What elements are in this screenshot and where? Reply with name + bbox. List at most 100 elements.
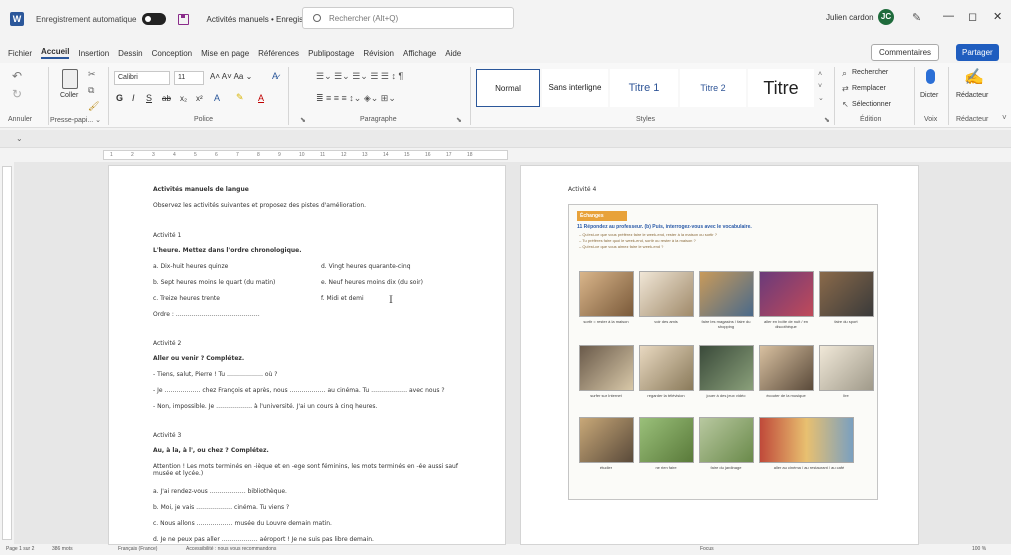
photo-video-games — [699, 345, 754, 391]
status-words[interactable]: 386 mots — [52, 546, 73, 552]
cut-icon[interactable]: ✂ — [88, 69, 96, 80]
text-effects-icon[interactable]: A — [214, 93, 220, 103]
photo-caption: faire du sport — [834, 319, 858, 324]
save-icon[interactable] — [177, 13, 189, 25]
editor-icon[interactable]: ✍ — [964, 67, 984, 87]
microphone-icon[interactable] — [926, 69, 935, 84]
page-1[interactable]: Activités manuels de langue Observez les… — [108, 165, 506, 545]
user-name[interactable]: Julien cardon — [826, 13, 874, 22]
styles-dialog-icon[interactable]: ⬊ — [824, 116, 830, 124]
italic-icon[interactable]: I — [132, 93, 135, 103]
photo-internet — [579, 345, 634, 391]
align-icons[interactable]: ≣ ≡ ≡ ≡ ↕⌄ ◈⌄ ⊞⌄ — [316, 93, 396, 104]
paragraph-dialog-icon[interactable]: ⬊ — [456, 116, 462, 124]
strikethrough-icon[interactable]: ab — [162, 94, 171, 103]
quick-access-row: ⌄ — [0, 130, 1011, 148]
textbook-subline: – Qu'est-ce que vous préférez faire le w… — [579, 232, 717, 237]
activity-1-item: b. Sept heures moins le quart (du matin) — [153, 279, 276, 286]
find-label[interactable]: Rechercher — [852, 69, 888, 76]
editor-label[interactable]: Rédacteur — [956, 92, 988, 99]
vertical-ruler[interactable] — [2, 166, 12, 540]
menu-accueil[interactable]: Accueil — [41, 47, 70, 59]
subscript-icon[interactable]: x₂ — [180, 94, 187, 103]
ruler-mark: 4 — [173, 152, 176, 158]
font-size-select[interactable]: 11 — [174, 71, 204, 85]
style-no-spacing[interactable]: Sans interligne — [542, 69, 608, 107]
autosave-toggle[interactable] — [141, 13, 166, 25]
menu-affichage[interactable]: Affichage — [403, 49, 436, 58]
underline-icon[interactable]: S — [146, 93, 152, 103]
copy-icon[interactable]: ⧉ — [88, 85, 94, 96]
ruler-mark: 18 — [467, 152, 473, 158]
style-heading-1[interactable]: Titre 1 — [610, 69, 678, 107]
superscript-icon[interactable]: x² — [196, 94, 203, 103]
group-label-editing: Édition — [860, 116, 882, 123]
ruler-mark: 12 — [341, 152, 347, 158]
redo-icon[interactable]: ↻ — [12, 87, 22, 101]
bullets-icon[interactable]: ☰⌄ ☰⌄ ☰⌄ ☰ ☰ ↕ ¶ — [316, 71, 403, 82]
styles-scroll-icon[interactable]: ˄ ˅ ⌄ — [818, 69, 824, 105]
activity-1-item: e. Neuf heures moins dix (du soir) — [321, 279, 423, 286]
avatar[interactable]: JC — [878, 9, 894, 25]
photo-caption: étudier — [599, 465, 613, 470]
menu-revision[interactable]: Révision — [363, 49, 394, 58]
status-zoom[interactable]: 100 % — [972, 546, 986, 552]
collapse-ribbon-icon[interactable]: ˅ — [1002, 113, 1007, 122]
horizontal-ruler[interactable]: 1 2 3 4 5 6 7 8 9 10 11 12 13 14 15 16 1… — [103, 150, 508, 160]
menu-mise-en-page[interactable]: Mise en page — [201, 49, 249, 58]
select-icon[interactable]: ↖ — [842, 100, 849, 109]
font-color-icon[interactable]: A — [258, 93, 264, 103]
menu-references[interactable]: Références — [258, 49, 299, 58]
menu-aide[interactable]: Aide — [445, 49, 461, 58]
highlight-icon[interactable]: ✎ — [236, 92, 244, 103]
font-dialog-icon[interactable]: ⬊ — [300, 116, 306, 124]
menu-insertion[interactable]: Insertion — [78, 49, 109, 58]
dictate-label[interactable]: Dicter — [920, 92, 938, 99]
bold-icon[interactable]: G — [116, 93, 123, 103]
paste-label[interactable]: Coller — [60, 92, 78, 99]
status-page[interactable]: Page 1 sur 2 — [6, 546, 34, 552]
style-title[interactable]: Titre — [748, 69, 814, 107]
quick-access-dropdown-icon[interactable]: ⌄ — [16, 134, 23, 143]
status-focus[interactable]: Focus — [700, 546, 714, 552]
font-name-select[interactable]: Calibri — [114, 71, 170, 85]
photo-caption: aller au cinéma / au restaurant / au caf… — [773, 465, 845, 470]
ruler-mark: 9 — [278, 152, 281, 158]
pen-icon[interactable]: ✎ — [912, 11, 921, 24]
replace-icon[interactable]: ⇄ — [842, 84, 849, 93]
group-label-paragraph: Paragraphe — [360, 116, 397, 123]
restore-button[interactable]: ◻ — [968, 10, 977, 23]
undo-icon[interactable]: ↶ — [12, 69, 22, 83]
share-button[interactable]: Partager — [956, 44, 999, 61]
page-2[interactable]: Activité 4 Échanges 11 Répondez au profe… — [520, 165, 919, 545]
menu-dessin[interactable]: Dessin — [118, 49, 142, 58]
search-box[interactable]: Rechercher (Alt+Q) — [302, 7, 514, 29]
find-icon[interactable]: ⌕ — [842, 68, 847, 79]
status-language[interactable]: Français (France) — [118, 546, 157, 552]
menu-conception[interactable]: Conception — [152, 49, 192, 58]
format-painter-icon[interactable]: 🖌 — [88, 101, 99, 112]
ruler-mark: 6 — [215, 152, 218, 158]
replace-label[interactable]: Remplacer — [852, 85, 886, 92]
group-label-undo: Annuler — [8, 116, 33, 123]
photo-relax — [639, 417, 694, 463]
photo-caption: surfer sur Internet — [590, 393, 622, 398]
style-heading-2[interactable]: Titre 2 — [680, 69, 746, 107]
activity-3-line: b. Moi, je vais ……………… cinéma. Tu viens … — [153, 504, 290, 511]
photo-tv — [639, 345, 694, 391]
style-normal[interactable]: Normal — [476, 69, 540, 107]
status-accessibility[interactable]: Accessibilité : nous vous recommandons — [186, 546, 276, 552]
grow-font-icon[interactable]: A˄ A˅ Aa ⌄ — [210, 72, 252, 81]
select-label[interactable]: Sélectionner — [852, 101, 891, 108]
menu-fichier[interactable]: Fichier — [8, 49, 32, 58]
close-button[interactable]: ✕ — [993, 10, 1002, 23]
comments-button[interactable]: Commentaires — [871, 44, 940, 61]
paste-icon[interactable] — [62, 69, 78, 89]
clear-format-icon[interactable]: A̷ — [272, 71, 278, 81]
menu-publipostage[interactable]: Publipostage — [308, 49, 354, 58]
activity-2-line: - Non, impossible. Je ……………… à l'univers… — [153, 403, 378, 410]
minimize-button[interactable]: — — [943, 10, 954, 22]
ruler-mark: 11 — [320, 152, 326, 158]
photo-nightclub — [759, 271, 814, 317]
document-area[interactable]: Activités manuels de langue Observez les… — [14, 162, 1011, 545]
